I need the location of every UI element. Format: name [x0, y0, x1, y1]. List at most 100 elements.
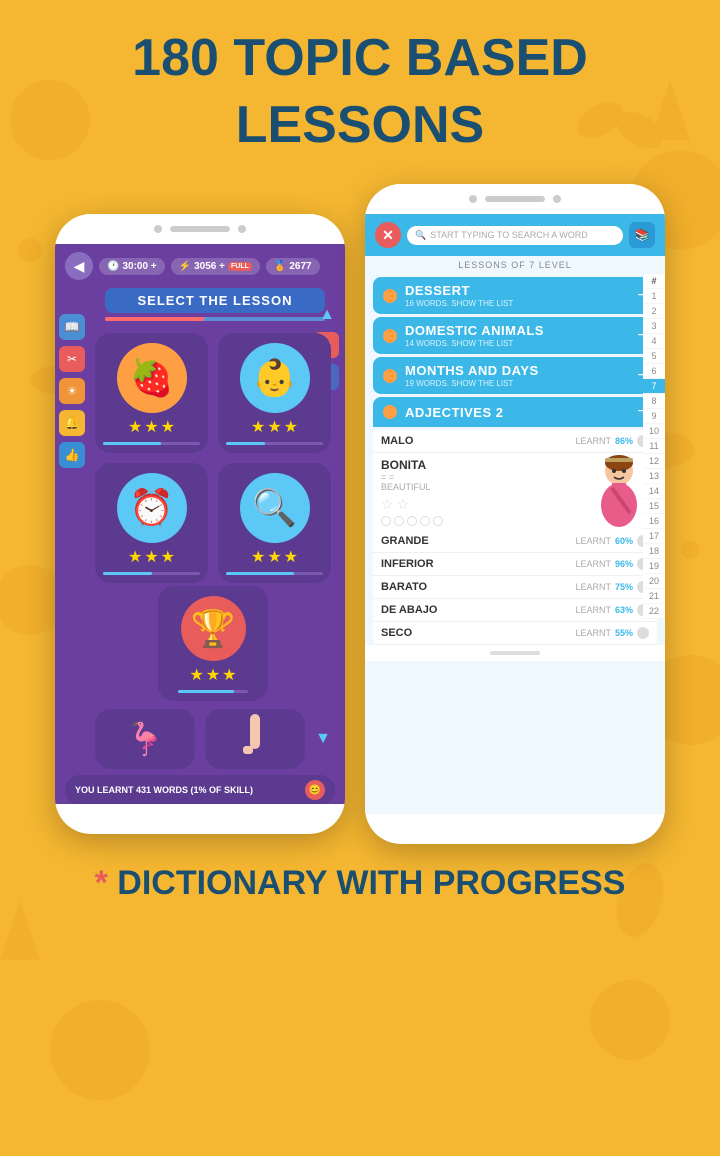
trophy-stars: ★ ★ ★	[189, 665, 236, 685]
strawberry-stars: ★ ★ ★	[128, 417, 175, 437]
bonita-stars: ☆ ☆	[381, 496, 443, 513]
months-dot	[383, 369, 397, 383]
left-screen: ◀ 🕐 30:00 + ⚡ 3056 + FULL 🏅 2677	[55, 244, 345, 804]
bonita-circles	[381, 516, 443, 526]
num-15[interactable]: 15	[643, 499, 665, 514]
right-camera-2	[553, 195, 561, 203]
headline-line2: LESSONS	[132, 97, 588, 154]
lightning-icon: ⚡	[179, 261, 191, 272]
num-1[interactable]: 1	[643, 289, 665, 304]
rp-adjectives-row[interactable]: ADJECTIVES 2 −	[373, 397, 657, 427]
num-6[interactable]: 6	[643, 364, 665, 379]
num-14[interactable]: 14	[643, 484, 665, 499]
num-4[interactable]: 4	[643, 334, 665, 349]
right-phone: ✕ 🔍 START TYPING TO SEARCH A WORD 📚 LESS…	[365, 184, 665, 844]
search-icon: 🔍	[415, 230, 426, 241]
word-row-bonita-expanded[interactable]: BONITA = = BEAUTIFUL ☆ ☆	[373, 453, 657, 530]
num-21[interactable]: 21	[643, 589, 665, 604]
num-hash[interactable]: #	[643, 274, 665, 289]
num-10[interactable]: 10	[643, 424, 665, 439]
headline-line1: 180 TOPIC BASED	[132, 30, 588, 87]
seco-dot	[637, 627, 649, 639]
num-22[interactable]: 22	[643, 604, 665, 619]
lp-progress-bar	[105, 317, 325, 321]
lp-coins-stat: 🏅 2677	[266, 258, 320, 275]
lp-progress-fill	[105, 317, 204, 321]
num-16[interactable]: 16	[643, 514, 665, 529]
lp-scissors-btn[interactable]: ✂	[59, 346, 85, 372]
search-lesson-icon: 🔍	[240, 473, 310, 543]
baby-stars: ★ ★ ★	[251, 417, 298, 437]
word-row-deabajo[interactable]: DE ABAJO LEARNT 63%	[373, 599, 657, 622]
left-phone-top-bar	[55, 214, 345, 244]
word-row-barato[interactable]: BARATO LEARNT 75%	[373, 576, 657, 599]
lp-title: SELECT THE LESSON	[105, 288, 325, 313]
lp-xp-stat: ⚡ 3056 + FULL	[171, 258, 260, 275]
lesson-cell-trophy[interactable]: 🏆 ★ ★ ★	[158, 586, 268, 701]
left-camera	[154, 225, 162, 233]
rp-lesson-dessert[interactable]: DESSERT 16 WORDS. SHOW THE LIST −	[373, 277, 657, 314]
right-screen: ✕ 🔍 START TYPING TO SEARCH A WORD 📚 LESS…	[365, 214, 665, 814]
lp-footer-row: 🦩 ▼	[55, 701, 345, 769]
baby-icon: 👶	[240, 343, 310, 413]
flamingo-cell[interactable]: 🦩	[95, 709, 195, 769]
rp-lesson-animals[interactable]: DOMESTIC ANIMALS 14 WORDS. SHOW THE LIST…	[373, 317, 657, 354]
rp-word-list: MALO LEARNT 86% BONITA = =	[373, 430, 657, 645]
lp-timer-stat: 🕐 30:00 +	[99, 258, 165, 275]
num-9[interactable]: 9	[643, 409, 665, 424]
lesson-cell-clock[interactable]: ⏰ ★ ★ ★	[95, 463, 208, 583]
clock-lesson-icon: ⏰	[117, 473, 187, 543]
num-18[interactable]: 18	[643, 544, 665, 559]
rp-search-bar: ✕ 🔍 START TYPING TO SEARCH A WORD 📚	[365, 214, 665, 256]
rp-search-input[interactable]: 🔍 START TYPING TO SEARCH A WORD	[407, 226, 623, 245]
animals-dot	[383, 329, 397, 343]
word-row-grande[interactable]: GRANDE LEARNT 60%	[373, 530, 657, 553]
leg-cell[interactable]	[205, 709, 305, 769]
scroll-down-icon[interactable]: ▼	[315, 730, 331, 748]
flamingo-icon: 🦩	[125, 720, 165, 758]
lesson-cell-search[interactable]: 🔍 ★ ★ ★	[218, 463, 331, 583]
bottom-label: DICTIONARY WITH PROGRESS	[117, 864, 625, 902]
rp-level-label: LESSONS OF 7 LEVEL	[365, 256, 665, 274]
rp-book-btn[interactable]: 📚	[629, 222, 655, 248]
lp-bell-btn[interactable]: 🔔	[59, 410, 85, 436]
lp-lessons-grid: 🍓 ★ ★ ★ 👶 ★ ★ ★	[55, 325, 345, 591]
bonita-character	[589, 458, 649, 528]
clock-stars: ★ ★ ★	[128, 547, 175, 567]
lp-bottom-banner: YOU LEARNT 431 WORDS (1% OF SKILL) 😊	[65, 775, 335, 804]
word-row-seco[interactable]: SECO LEARNT 55%	[373, 622, 657, 645]
bottom-text: * DICTIONARY WITH PROGRESS	[95, 864, 626, 903]
num-8[interactable]: 8	[643, 394, 665, 409]
rp-lesson-months[interactable]: MONTHS AND DAYS 19 WORDS. SHOW THE LIST …	[373, 357, 657, 394]
num-19[interactable]: 19	[643, 559, 665, 574]
num-12[interactable]: 12	[643, 454, 665, 469]
lp-thumb-btn[interactable]: 👍	[59, 442, 85, 468]
dessert-dot	[383, 289, 397, 303]
rp-home-bar	[365, 645, 665, 661]
num-13[interactable]: 13	[643, 469, 665, 484]
num-7[interactable]: 7	[643, 379, 665, 394]
num-17[interactable]: 17	[643, 529, 665, 544]
scroll-up-icon[interactable]: ▲	[319, 306, 335, 324]
right-speaker	[485, 196, 545, 202]
num-11[interactable]: 11	[643, 439, 665, 454]
lp-book-btn[interactable]: 📖	[59, 314, 85, 340]
headline: 180 TOPIC BASED LESSONS	[132, 30, 588, 174]
lp-banner-icon: 😊	[305, 780, 325, 800]
word-row-malo[interactable]: MALO LEARNT 86%	[373, 430, 657, 453]
lp-back-btn[interactable]: ◀	[65, 252, 93, 280]
num-5[interactable]: 5	[643, 349, 665, 364]
rp-close-btn[interactable]: ✕	[375, 222, 401, 248]
lp-trophy-row: 🏆 ★ ★ ★	[55, 586, 345, 701]
num-2[interactable]: 2	[643, 304, 665, 319]
word-row-inferior[interactable]: INFERIOR LEARNT 96%	[373, 553, 657, 576]
adjectives-dot	[383, 405, 397, 419]
lesson-cell-baby[interactable]: 👶 ★ ★ ★	[218, 333, 331, 453]
lesson-cell-strawberry[interactable]: 🍓 ★ ★ ★	[95, 333, 208, 453]
right-phone-top-bar	[365, 184, 665, 214]
lp-sun-btn[interactable]: ☀	[59, 378, 85, 404]
strawberry-icon: 🍓	[117, 343, 187, 413]
search-stars: ★ ★ ★	[251, 547, 298, 567]
num-20[interactable]: 20	[643, 574, 665, 589]
num-3[interactable]: 3	[643, 319, 665, 334]
